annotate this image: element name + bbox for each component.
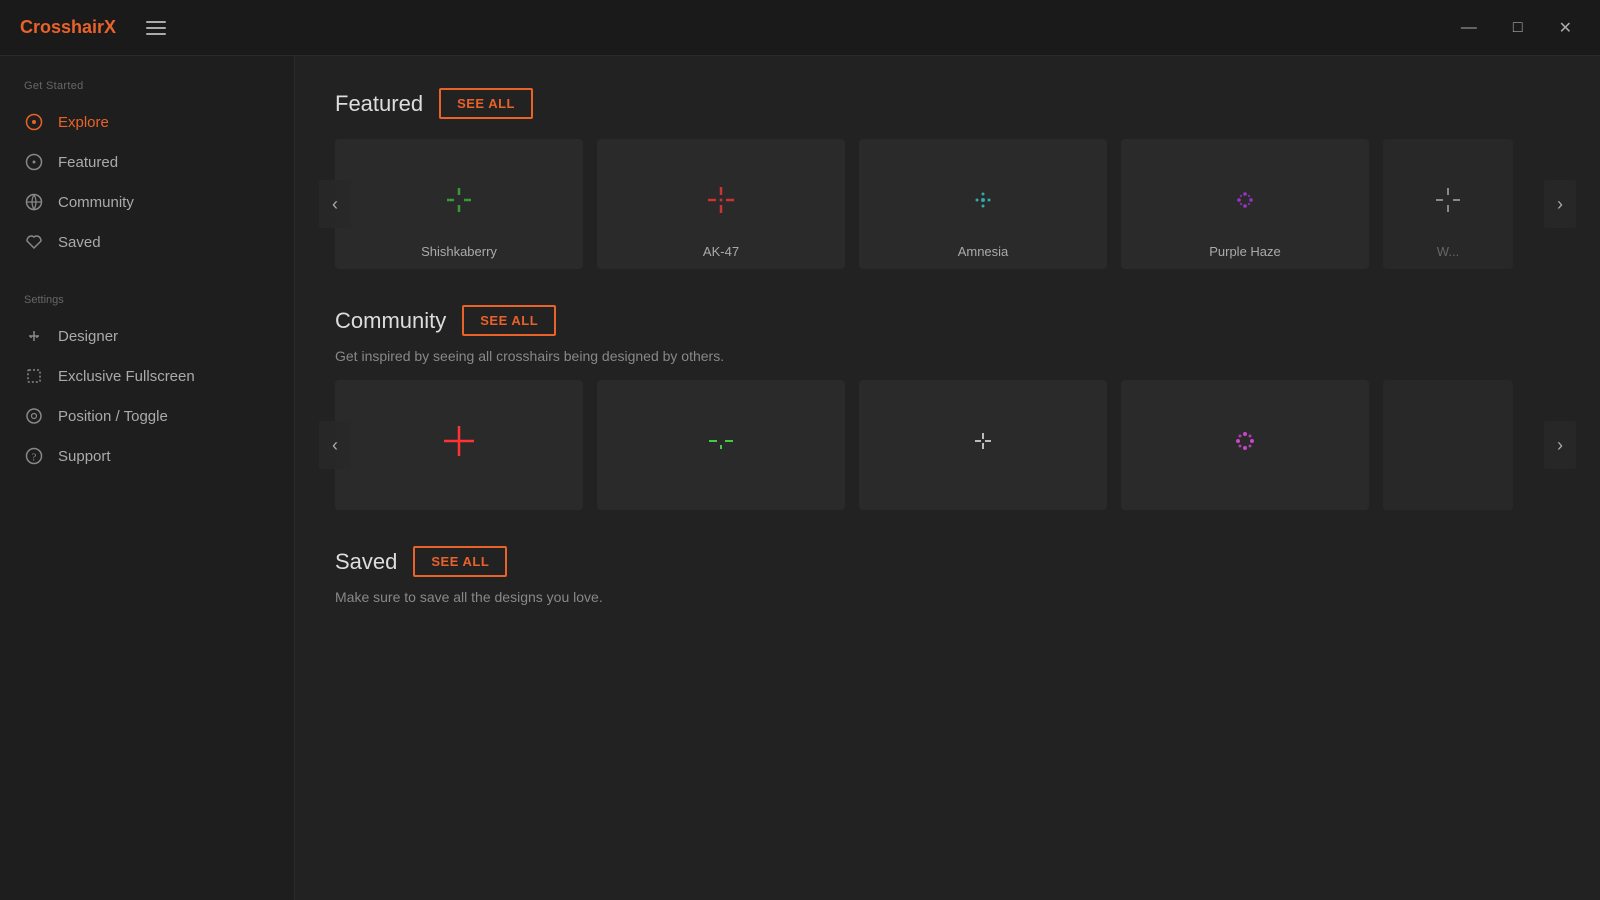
featured-prev-button[interactable]: ‹ [319,180,351,228]
sidebar-saved-label: Saved [58,234,101,251]
featured-icon [24,152,44,172]
saved-see-all-button[interactable]: SEE ALL [413,546,507,577]
community-card-3[interactable] [859,380,1107,510]
partial-crosshair [1428,180,1468,220]
sidebar-divider [0,262,294,286]
close-button[interactable]: ✕ [1551,14,1580,42]
sidebar-item-featured[interactable]: Featured [0,142,294,182]
app-logo: CrosshairX [20,17,116,38]
main-content: Featured SEE ALL ‹ Shishkaberry [295,56,1600,900]
saved-description: Make sure to save all the designs you lo… [335,589,1560,605]
community-crosshair-2 [701,421,741,461]
community-card-1[interactable] [335,380,583,510]
featured-carousel: ‹ Shishkaberry [335,139,1560,269]
settings-label: Settings [0,294,294,316]
saved-title: Saved [335,549,397,575]
support-icon: ? [24,446,44,466]
amnesia-crosshair [963,180,1003,220]
main-layout: Get Started Explore Featured [0,56,1600,900]
sidebar-item-community[interactable]: Community [0,182,294,222]
featured-next-button[interactable]: › [1544,180,1576,228]
explore-icon [24,112,44,132]
sidebar-explore-label: Explore [58,114,109,131]
sidebar-designer-label: Designer [58,328,118,345]
community-section-header: Community SEE ALL [335,305,1560,336]
minimize-button[interactable]: — [1453,15,1485,41]
featured-see-all-button[interactable]: SEE ALL [439,88,533,119]
hamburger-menu[interactable] [146,21,166,35]
featured-title: Featured [335,91,423,117]
saved-icon [24,232,44,252]
get-started-label: Get Started [0,80,294,102]
community-carousel: ‹ [335,380,1560,510]
amnesia-label: Amnesia [958,244,1009,259]
fullscreen-icon [24,366,44,386]
sidebar-community-label: Community [58,194,134,211]
shishkaberry-label: Shishkaberry [421,244,497,259]
window-controls: — □ ✕ [1453,14,1580,42]
shishkaberry-crosshair [439,180,479,220]
community-crosshair-1 [439,421,479,461]
featured-cards-row: Shishkaberry AK-47 [335,139,1560,269]
ak47-label: AK-47 [703,244,739,259]
sidebar-item-position-toggle[interactable]: Position / Toggle [0,396,294,436]
sidebar-position-label: Position / Toggle [58,408,168,425]
community-description: Get inspired by seeing all crosshairs be… [335,348,1560,364]
featured-card-ak47[interactable]: AK-47 [597,139,845,269]
community-crosshair-3 [963,421,1003,461]
community-card-partial[interactable] [1383,380,1513,510]
community-title: Community [335,308,446,334]
sidebar-item-exclusive-fullscreen[interactable]: Exclusive Fullscreen [0,356,294,396]
purple-haze-label: Purple Haze [1209,244,1281,259]
community-card-4[interactable] [1121,380,1369,510]
featured-card-amnesia[interactable]: Amnesia [859,139,1107,269]
titlebar: CrosshairX — □ ✕ [0,0,1600,56]
community-prev-button[interactable]: ‹ [319,421,351,469]
featured-card-purple-haze[interactable]: Purple Haze [1121,139,1369,269]
app-title-accent: X [104,17,116,37]
sidebar-featured-label: Featured [58,154,118,171]
designer-icon [24,326,44,346]
sidebar-item-designer[interactable]: Designer [0,316,294,356]
purple-haze-crosshair [1225,180,1265,220]
sidebar: Get Started Explore Featured [0,56,295,900]
app-title-text: Crosshair [20,17,104,37]
community-card-2[interactable] [597,380,845,510]
sidebar-item-saved[interactable]: Saved [0,222,294,262]
maximize-button[interactable]: □ [1505,15,1531,41]
ak47-crosshair [701,180,741,220]
featured-section-header: Featured SEE ALL [335,88,1560,119]
position-icon [24,406,44,426]
partial-label: W... [1437,244,1459,259]
community-cards-row [335,380,1560,510]
sidebar-fullscreen-label: Exclusive Fullscreen [58,368,195,385]
featured-card-shishkaberry[interactable]: Shishkaberry [335,139,583,269]
community-next-button[interactable]: › [1544,421,1576,469]
sidebar-item-support[interactable]: ? Support [0,436,294,476]
svg-text:?: ? [32,452,37,464]
sidebar-support-label: Support [58,448,111,465]
community-crosshair-4 [1225,421,1265,461]
saved-section-header: Saved SEE ALL [335,546,1560,577]
featured-card-partial[interactable]: W... [1383,139,1513,269]
community-icon [24,192,44,212]
sidebar-item-explore[interactable]: Explore [0,102,294,142]
community-see-all-button[interactable]: SEE ALL [462,305,556,336]
